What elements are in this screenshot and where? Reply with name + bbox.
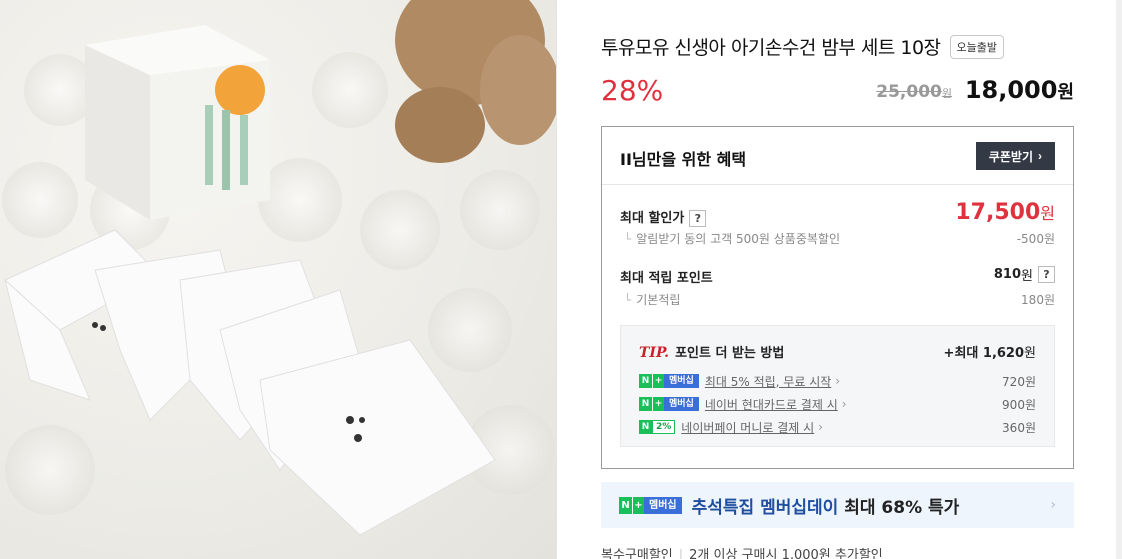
original-price: 25,000원 (876, 82, 952, 102)
alarm-discount-value: -500원 (1016, 232, 1055, 246)
tip-title: 포인트 더 받는 방법 (675, 346, 785, 361)
price-row: 28% 25,000원 18,000원 (601, 74, 1074, 110)
coupon-button-label: 쿠폰받기 (988, 149, 1033, 164)
discount-rate: 28% (601, 74, 664, 107)
tip-line-amount: 720원 (1002, 374, 1036, 389)
alarm-discount-text: 알림받기 동의 고객 500원 상품중복할인 (636, 232, 840, 246)
chevron-right-icon: › (818, 420, 823, 434)
max-point-value: 810 원? (994, 265, 1055, 284)
tip-heading: TIP. 포인트 더 받는 방법 (639, 342, 784, 361)
naver-pay-percent-badge-icon: N 2% (639, 420, 676, 434)
bulk-discount-row: 복수구매할인 | 2개 이상 구매시 1,000원 추가할인 (601, 544, 883, 559)
help-icon[interactable]: ? (689, 210, 707, 227)
chevron-right-icon: › (841, 397, 847, 411)
final-price-unit: 원 (1057, 82, 1074, 103)
chevron-right-icon: › (1050, 497, 1056, 513)
tip-tag: TIP. (639, 345, 670, 361)
tip-max-prefix: +최대 (943, 346, 979, 361)
tip-max-unit: 원 (1024, 346, 1036, 361)
tip-line-hyundai-card[interactable]: N + 멤버십 네이버 현대카드로 결제 시 › 900원 (639, 396, 1036, 412)
tip-line-amount: 360원 (1002, 420, 1036, 435)
sub-indent-icon: └ (624, 232, 632, 246)
final-price-value: 18,000 (964, 76, 1058, 104)
benefit-title: II님만을 위한 혜택 (620, 150, 747, 169)
image-divider (556, 0, 557, 559)
tip-line-link[interactable]: 네이버 현대카드로 결제 시 (705, 396, 838, 413)
coupon-button[interactable]: 쿠폰받기 › (975, 142, 1055, 170)
tip-max-point: +최대 1,620원 (944, 342, 1036, 361)
max-discount-price: 17,500원 (955, 200, 1055, 225)
tip-line-membership[interactable]: N + 멤버십 최대 5% 적립, 무료 시작 › 720원 (639, 373, 1036, 389)
naver-membership-badge-icon: N + 멤버십 (639, 397, 699, 411)
promo-rest: 최대 68% 특가 (844, 497, 960, 518)
tip-max-value: 1,620 (982, 346, 1025, 361)
tip-box: TIP. 포인트 더 받는 방법 +최대 1,620원 N + 멤버십 최대 5% 적… (620, 325, 1055, 447)
original-price-unit: 원 (941, 87, 952, 100)
bulk-discount-label: 복수구매할인 (601, 548, 673, 559)
naver-membership-badge-icon: N + 멤버십 (639, 374, 699, 388)
membership-day-banner[interactable]: N + 멤버십 추석특집 멤버십데이 최대 68% 특가 › (601, 482, 1074, 528)
naver-membership-badge-icon: N + 멤버십 (619, 496, 682, 514)
tip-line-link[interactable]: 최대 5% 적립, 무료 시작 (705, 373, 831, 390)
max-point-unit: 원 (1021, 269, 1033, 284)
bulk-discount-text: 2개 이상 구매시 1,000원 추가할인 (689, 548, 883, 559)
product-title: 투유모유 신생아 아기손수건 밤부 세트 10장 (601, 37, 941, 59)
benefit-box: II님만을 위한 혜택 쿠폰받기 › 최대 할인가? 17,500원 └ 알림받기… (601, 126, 1074, 469)
product-image[interactable] (0, 0, 556, 559)
page-scrollbar[interactable] (1116, 0, 1122, 559)
benefit-header: II님만을 위한 혜택 쿠폰받기 › (602, 127, 1073, 185)
max-point-number: 810 (993, 267, 1022, 282)
basic-point-label: 기본적립 (636, 293, 681, 307)
sub-indent-icon: └ (624, 293, 632, 307)
promo-highlight: 추석특집 멤버십데이 (691, 497, 839, 518)
final-price: 18,000원 (965, 76, 1074, 104)
max-point-label: 최대 적립 포인트 (620, 271, 713, 286)
tip-line-amount: 900원 (1002, 397, 1036, 412)
tip-line-link[interactable]: 네이버페이 머니로 결제 시 (681, 419, 814, 436)
basic-point-sub: └ 기본적립 (624, 291, 680, 308)
help-icon[interactable]: ? (1038, 266, 1055, 283)
ship-today-badge: 오늘출발 (949, 34, 1005, 59)
tip-line-pay-money[interactable]: N 2% 네이버페이 머니로 결제 시 › 360원 (639, 419, 1036, 435)
product-title-row: 투유모유 신생아 아기손수건 밤부 세트 10장 오늘출발 (601, 33, 1005, 60)
original-price-value: 25,000 (876, 82, 942, 102)
product-page: 투유모유 신생아 아기손수건 밤부 세트 10장 오늘출발 28% 25,000… (0, 0, 1122, 559)
max-discount-price-value: 17,500 (955, 200, 1041, 225)
basic-point-value: 180원 (1021, 293, 1055, 307)
promo-text: 추석특집 멤버십데이 최대 68% 특가 (692, 493, 960, 518)
max-discount-label-text: 최대 할인가 (620, 211, 685, 226)
separator: | (678, 548, 684, 559)
product-photo-illustration (2, 0, 556, 536)
chevron-right-icon: › (835, 374, 841, 388)
max-discount-label: 최대 할인가? (620, 207, 707, 227)
max-discount-price-unit: 원 (1040, 204, 1055, 223)
alarm-discount-sub: └ 알림받기 동의 고객 500원 상품중복할인 (624, 230, 840, 247)
chevron-right-icon: › (1038, 149, 1042, 163)
